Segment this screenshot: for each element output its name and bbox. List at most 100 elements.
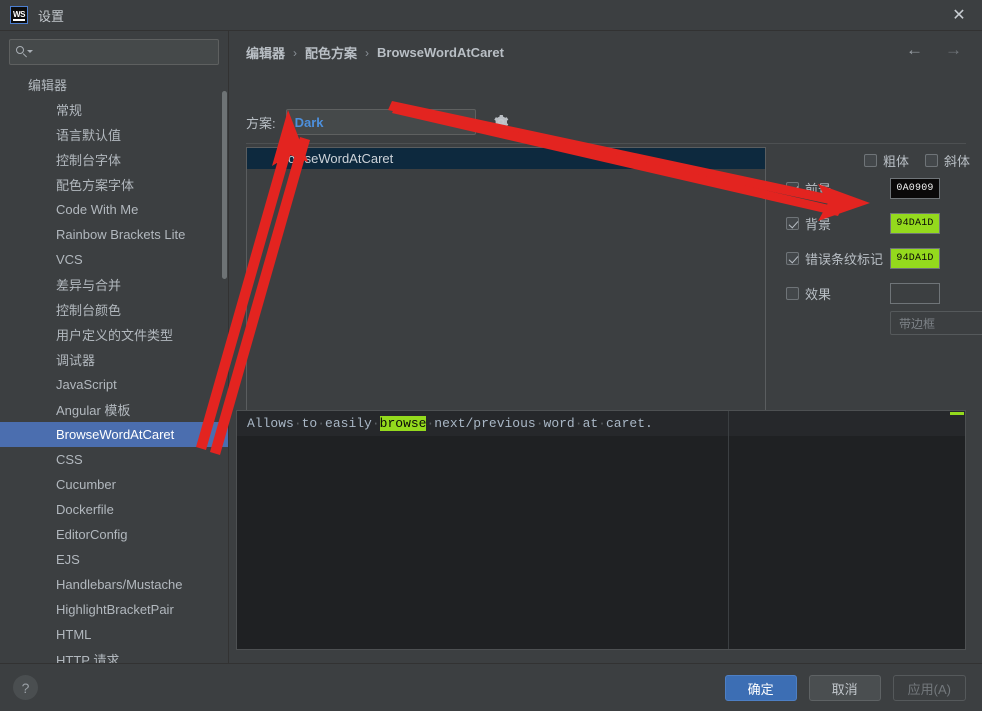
sidebar-item-editor[interactable]: 编辑器: [0, 72, 228, 97]
breadcrumb-part-1[interactable]: 编辑器: [246, 43, 285, 62]
close-icon[interactable]: ✕: [936, 0, 982, 31]
scheme-list-row[interactable]: BrowseWordAtCaret: [247, 148, 765, 169]
sidebar-item-label: HTTP 请求: [56, 653, 120, 663]
sidebar-item-[interactable]: 语言默认值: [0, 122, 228, 147]
effects-checkbox-box: [786, 287, 799, 300]
bold-checkbox[interactable]: 粗体: [863, 151, 909, 170]
sidebar-item-label: Dockerfile: [56, 502, 114, 517]
scheme-dropdown[interactable]: Dark: [285, 109, 476, 135]
background-color-swatch[interactable]: 94DA1D: [890, 213, 940, 234]
settings-dialog: WS 设置 ✕ 编辑器 常规 语言默认值 控制台字体 配色方案字体 Code With …: [0, 0, 982, 711]
search-box[interactable]: [9, 39, 219, 65]
sidebar-item-browsewordatcaret[interactable]: BrowseWordAtCaret: [0, 422, 228, 447]
error-stripe-color-swatch[interactable]: 94DA1D: [890, 248, 940, 269]
sidebar-item-code-with-me[interactable]: Code With Me: [0, 197, 228, 222]
italic-checkbox-box: [924, 153, 938, 167]
foreground-checkbox-box: [786, 182, 799, 195]
scheme-dropdown-value: Dark: [294, 114, 324, 130]
sidebar-item-javascript[interactable]: JavaScript: [0, 372, 228, 397]
background-checkbox-box: [786, 217, 799, 230]
preview-error-stripe-marker[interactable]: [950, 412, 964, 415]
sidebar-item-label: HTML: [56, 627, 92, 642]
cancel-button[interactable]: 取消: [808, 675, 881, 701]
preview-right-margin-guide: [728, 411, 729, 649]
sidebar-item-label: 常规: [56, 103, 83, 118]
preview-highlighted-word: browse: [379, 416, 427, 431]
back-arrow-icon[interactable]: ←: [906, 41, 923, 58]
space-dot-icon: ·: [293, 416, 302, 431]
sidebar-item-cucumber[interactable]: Cucumber: [0, 472, 228, 497]
sidebar-item-label: 语言默认值: [56, 128, 122, 143]
sidebar-item-[interactable]: 用户定义的文件类型: [0, 322, 228, 347]
sidebar-item-label: 差异与合并: [56, 278, 122, 293]
space-dot-icon: ·: [317, 416, 326, 431]
forward-arrow-icon[interactable]: →: [945, 41, 962, 58]
space-dot-icon: ·: [426, 416, 435, 431]
sidebar-item-ejs[interactable]: EJS: [0, 547, 228, 572]
background-row: 背景 94DA1D: [786, 206, 976, 241]
help-icon[interactable]: ?: [13, 675, 38, 700]
sidebar-item-editorconfig[interactable]: EditorConfig: [0, 522, 228, 547]
sidebar-item-[interactable]: 配色方案字体: [0, 172, 228, 197]
sidebar-item-label: Angular 模板: [56, 403, 131, 418]
sidebar-item-highlightbracketpair[interactable]: HighlightBracketPair: [0, 597, 228, 622]
background-checkbox[interactable]: 背景: [786, 214, 831, 233]
effects-row: 效果: [786, 276, 976, 311]
sidebar-item-[interactable]: 差异与合并: [0, 272, 228, 297]
bold-checkbox-box: [863, 153, 877, 167]
sidebar-item-label: EditorConfig: [56, 527, 128, 542]
font-style-row: 粗体 斜体: [786, 149, 976, 171]
search-input[interactable]: [33, 44, 203, 60]
sidebar-item-[interactable]: 控制台颜色: [0, 297, 228, 322]
sidebar-item-label: HighlightBracketPair: [56, 602, 174, 617]
sidebar-item-[interactable]: 调试器: [0, 347, 228, 372]
color-scheme-list[interactable]: BrowseWordAtCaret: [246, 147, 766, 429]
effects-checkbox[interactable]: 效果: [786, 284, 831, 303]
search-wrap: [0, 31, 228, 69]
sidebar-item-rainbow-brackets-lite[interactable]: Rainbow Brackets Lite: [0, 222, 228, 247]
sidebar-item-http[interactable]: HTTP 请求: [0, 647, 228, 663]
space-dot-icon: ·: [598, 416, 606, 431]
foreground-checkbox[interactable]: 前景: [786, 179, 831, 198]
sidebar-item-label: 配色方案字体: [56, 178, 135, 193]
sidebar-item-label: Cucumber: [56, 477, 116, 492]
sidebar-scrollbar[interactable]: [222, 91, 227, 279]
preview-seg-3: easily: [325, 416, 372, 431]
sidebar-item-label: 编辑器: [28, 78, 68, 93]
scheme-row: 方案: Dark: [246, 109, 510, 135]
preview-seg-6: at: [582, 416, 599, 431]
italic-label: 斜体: [943, 153, 970, 169]
settings-tree: 编辑器 常规语言默认值控制台字体配色方案字体 Code With Me Rainbo…: [0, 72, 228, 663]
effects-label: 效果: [805, 287, 832, 302]
effects-color-swatch[interactable]: [890, 283, 940, 304]
nav-arrows: ← →: [906, 41, 962, 58]
italic-checkbox[interactable]: 斜体: [924, 151, 970, 170]
sidebar-item-handlebars-mustache[interactable]: Handlebars/Mustache: [0, 572, 228, 597]
preview-seg-1: Allows: [247, 416, 294, 431]
breadcrumb: 编辑器 › 配色方案 › BrowseWordAtCaret: [246, 43, 504, 62]
gear-icon[interactable]: [492, 113, 510, 131]
preview-seg-4: next/previous: [434, 416, 536, 431]
error-stripe-row: 错误条纹标记 94DA1D: [786, 241, 976, 276]
bold-label: 粗体: [882, 153, 909, 169]
preview-code-line: Allows · to · easily · browse · next/previous · wo…: [247, 411, 653, 436]
sidebar-item-html[interactable]: HTML: [0, 622, 228, 647]
apply-button[interactable]: 应用(A): [892, 675, 966, 701]
sidebar-item-dockerfile[interactable]: Dockerfile: [0, 497, 228, 522]
sidebar-item-[interactable]: 控制台字体: [0, 147, 228, 172]
scheme-list-row-label: BrowseWordAtCaret: [275, 151, 394, 166]
breadcrumb-part-2[interactable]: 配色方案: [305, 43, 357, 62]
ok-button[interactable]: 确定: [724, 675, 797, 701]
sidebar-item-css[interactable]: CSS: [0, 447, 228, 472]
sidebar-item-angular[interactable]: Angular 模板: [0, 397, 228, 422]
foreground-color-swatch[interactable]: 0A0909: [890, 178, 940, 199]
effect-type-value: 带边框: [899, 316, 936, 331]
space-dot-icon: ·: [371, 416, 380, 431]
sidebar-item-vcs[interactable]: VCS: [0, 247, 228, 272]
error-stripe-checkbox[interactable]: 错误条纹标记: [786, 249, 883, 268]
sidebar-item-[interactable]: 常规: [0, 97, 228, 122]
preview-editor[interactable]: Allows · to · easily · browse · next/previous · wo…: [236, 410, 966, 650]
sidebar-item-label: 调试器: [56, 353, 96, 368]
preview-seg-5: word: [543, 416, 575, 431]
breadcrumb-separator-icon: ›: [293, 45, 298, 60]
